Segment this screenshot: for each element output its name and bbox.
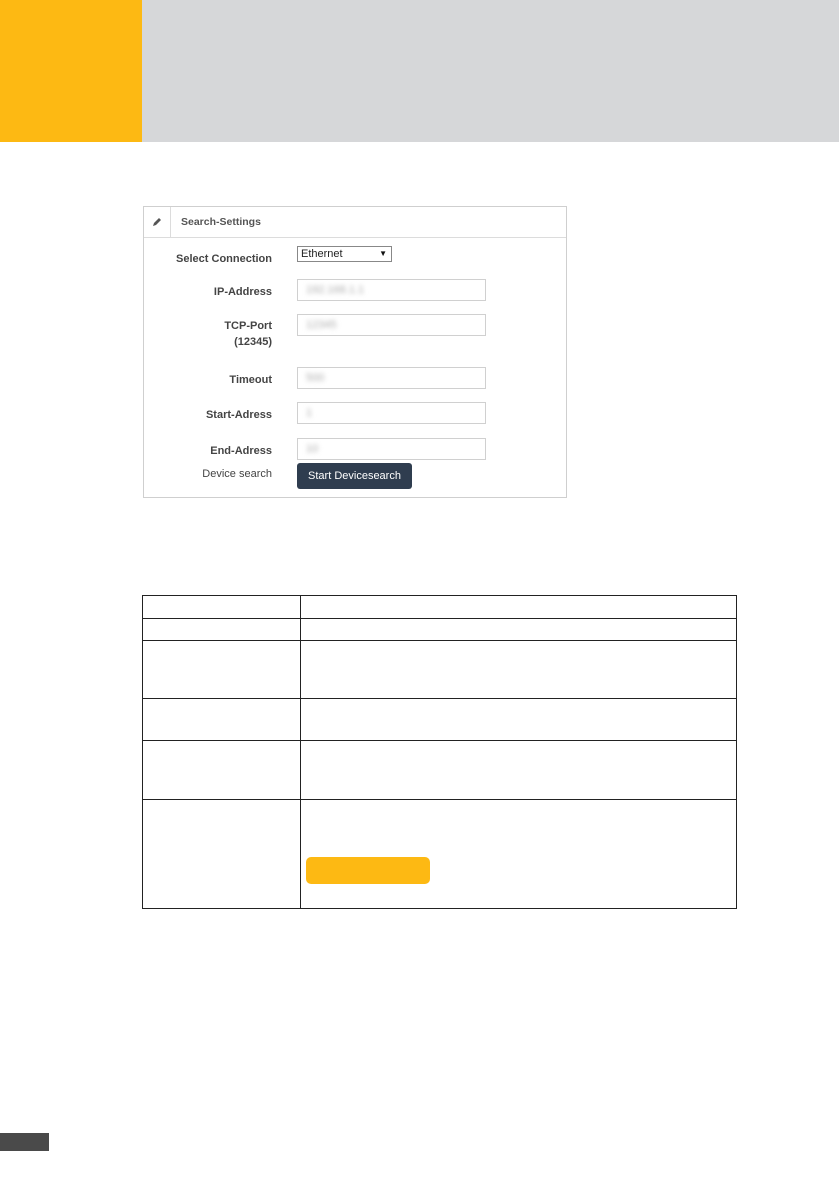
end-address-input[interactable]: 10	[297, 438, 486, 460]
timeout-input[interactable]: 500	[297, 367, 486, 389]
table-cell	[300, 640, 737, 699]
table-cell	[300, 740, 737, 800]
start-devicesearch-button[interactable]: Start Devicesearch	[297, 463, 412, 489]
header-accent-block	[0, 0, 142, 142]
tcp-port-default-label: (12345)	[234, 336, 272, 348]
ip-address-input[interactable]: 192.168.1.1	[297, 279, 486, 301]
table-cell	[142, 640, 301, 699]
page-number-marker	[0, 1133, 49, 1151]
tcp-port-label: TCP-Port	[224, 320, 272, 332]
table-cell	[300, 618, 737, 641]
panel-title: Search-Settings	[181, 216, 261, 228]
ip-address-value: 192.168.1.1	[306, 284, 365, 296]
table-cell	[142, 595, 301, 619]
table-cell	[300, 698, 737, 741]
connection-select-value: Ethernet	[301, 248, 343, 260]
table-cell	[142, 799, 301, 909]
start-address-label: Start-Adress	[205, 409, 272, 421]
search-settings-panel: Search-Settings Select Connection Ethern…	[143, 206, 567, 498]
device-search-label: Device search	[202, 468, 272, 480]
table-cell	[142, 698, 301, 741]
timeout-label: Timeout	[229, 374, 272, 386]
pencil-icon	[144, 207, 171, 237]
start-address-value: 1	[306, 407, 313, 419]
ip-address-label: IP-Address	[213, 286, 272, 298]
select-connection-label: Select Connection	[176, 253, 272, 265]
end-address-value: 10	[306, 443, 319, 455]
start-address-input[interactable]: 1	[297, 402, 486, 424]
tcp-port-value: 12345	[306, 319, 337, 331]
end-address-label: End-Adress	[210, 445, 272, 457]
description-table	[142, 595, 737, 909]
yellow-button-shape	[306, 857, 430, 884]
table-cell	[142, 740, 301, 800]
dropdown-arrow-icon: ▼	[379, 249, 387, 258]
table-cell	[300, 799, 737, 909]
tcp-port-input[interactable]: 12345	[297, 314, 486, 336]
panel-header: Search-Settings	[144, 207, 566, 238]
connection-select[interactable]: Ethernet ▼	[297, 246, 392, 262]
table-cell	[142, 618, 301, 641]
table-cell	[300, 595, 737, 619]
timeout-value: 500	[306, 372, 325, 384]
